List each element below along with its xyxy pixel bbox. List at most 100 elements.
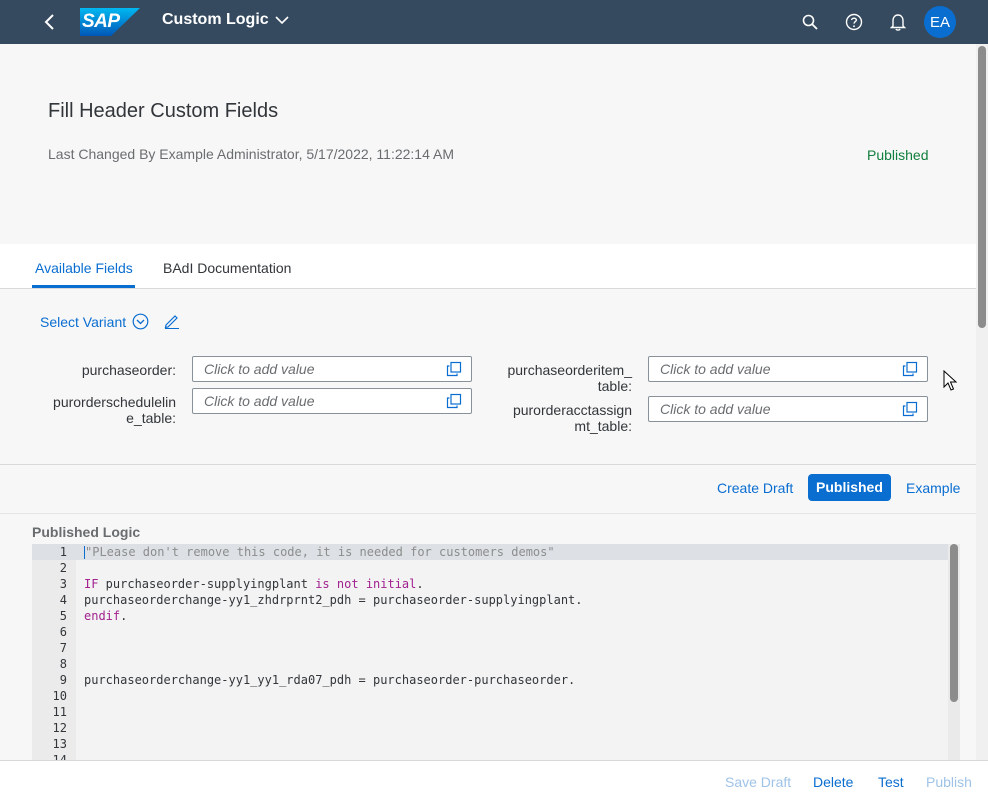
last-changed-text: Last Changed By Example Administrator, 5…: [48, 146, 454, 162]
code-line[interactable]: 12: [32, 720, 948, 736]
code-line[interactable]: 1 "PLease don't remove this code, it is n…: [32, 544, 948, 560]
save-draft-button[interactable]: Save Draft: [725, 774, 791, 790]
code-line[interactable]: 13: [32, 736, 948, 752]
code-line[interactable]: 6: [32, 624, 948, 640]
line-number: 6: [59, 625, 67, 639]
value-help-icon[interactable]: [902, 401, 918, 417]
code-line-text: purchaseorderchange-yy1_yy1_rda07_pdh = …: [84, 673, 576, 687]
select-variant-button[interactable]: Select Variant: [40, 313, 149, 330]
purchaseorderitem-label-line1: purchaseorderitem_: [507, 362, 632, 378]
purorderscheduleline-table-input[interactable]: [193, 389, 433, 413]
code-line-text: purchaseorderchange-yy1_zhdrprnt2_pdh = …: [84, 593, 583, 607]
value-help-icon[interactable]: [446, 393, 462, 409]
code-line[interactable]: 4 purchaseorderchange-yy1_zhdrprnt2_pdh =…: [32, 592, 948, 608]
back-icon: [44, 14, 54, 30]
purchaseorderitem-label-line2: table:: [597, 378, 632, 394]
user-avatar[interactable]: EA: [924, 6, 956, 38]
code-line[interactable]: 10: [32, 688, 948, 704]
code-line[interactable]: 11: [32, 704, 948, 720]
purchaseorderitem-table-label: purchaseorderitem_ table:: [496, 362, 632, 394]
select-variant-label: Select Variant: [40, 313, 127, 330]
line-number: 3: [59, 577, 67, 591]
line-number: 11: [52, 705, 67, 719]
filter-area: Select Variant purchaseorder: purordersc…: [0, 289, 976, 465]
code-line[interactable]: 3 IF purchaseorder-supplyingplant is not …: [32, 576, 948, 592]
purchaseorder-label-text: purchaseorder:: [81, 362, 176, 378]
tab-available-fields[interactable]: Available Fields: [35, 260, 133, 276]
code-editor-scroll-thumb[interactable]: [950, 544, 958, 702]
purorderacctassignmt-label-line2: mt_table:: [574, 418, 632, 434]
app-title: Custom Logic: [162, 11, 269, 28]
edit-variant-button[interactable]: [162, 311, 182, 331]
tab-selection-indicator: [32, 285, 135, 288]
edit-icon: [164, 315, 179, 329]
tab-bar: Available Fields BAdI Documentation: [0, 244, 976, 289]
search-icon: [802, 14, 818, 30]
delete-button[interactable]: Delete: [813, 774, 853, 790]
back-button[interactable]: [38, 10, 62, 34]
code-line-text: "PLease don't remove this code, it is ne…: [84, 545, 555, 559]
purorderacctassignmt-label-line1: purorderacctassign: [512, 402, 632, 418]
notification-icon: [890, 14, 906, 31]
code-section-title: Published Logic: [32, 524, 141, 540]
code-line[interactable]: 2: [32, 560, 948, 576]
purorderacctassignmt-table-field[interactable]: [648, 396, 928, 422]
line-number: 5: [59, 609, 67, 623]
value-help-icon[interactable]: [446, 361, 462, 377]
published-button[interactable]: Published: [808, 474, 891, 501]
example-button[interactable]: Example: [906, 480, 960, 496]
test-button[interactable]: Test: [878, 774, 904, 790]
purchaseorderitem-table-input[interactable]: [649, 357, 889, 381]
purorderacctassignmt-table-label: purorderacctassign mt_table:: [496, 402, 632, 434]
line-number: 12: [52, 721, 67, 735]
page-scroll-thumb[interactable]: [978, 46, 986, 328]
line-number: 1: [59, 545, 67, 559]
code-line[interactable]: 14: [32, 752, 948, 760]
purchaseorder-input[interactable]: [193, 357, 433, 381]
code-line[interactable]: 7: [32, 640, 948, 656]
sap-logo[interactable]: SAP: [80, 8, 140, 36]
help-icon: [845, 13, 863, 31]
create-draft-button[interactable]: Create Draft: [717, 480, 793, 496]
notifications-button[interactable]: [886, 10, 910, 34]
status-text: Published: [867, 147, 929, 163]
purchaseorder-label: purchaseorder:: [40, 362, 176, 378]
purorderscheduleline-label-line2: e_table:: [126, 410, 176, 426]
line-number: 9: [59, 673, 67, 687]
purorderacctassignmt-table-input[interactable]: [649, 397, 889, 421]
purorderscheduleline-table-label: purorderschedulelin e_table:: [40, 394, 176, 426]
footer-toolbar: Save Draft Delete Test Publish: [0, 760, 988, 800]
purorderscheduleline-label-line1: purorderschedulelin: [53, 394, 176, 410]
purorderscheduleline-table-field[interactable]: [192, 388, 472, 414]
shell-bar: SAP Custom Logic EA: [0, 0, 988, 44]
line-number: 8: [59, 657, 67, 671]
page-title: Fill Header Custom Fields: [48, 100, 279, 122]
line-number: 13: [52, 737, 67, 751]
line-number: 4: [59, 593, 67, 607]
code-editor[interactable]: 1 "PLease don't remove this code, it is n…: [32, 544, 960, 760]
chevron-down-icon: [275, 16, 289, 25]
object-header: Fill Header Custom Fields Last Changed B…: [0, 44, 976, 244]
mouse-cursor-icon: [943, 370, 957, 391]
line-number: 7: [59, 641, 67, 655]
chevron-down-circle-icon: [132, 313, 149, 330]
code-line[interactable]: 9 purchaseorderchange-yy1_yy1_rda07_pdh =…: [32, 672, 948, 688]
page-scrollbar[interactable]: [976, 44, 988, 760]
publish-button[interactable]: Publish: [926, 774, 972, 790]
search-button[interactable]: [798, 10, 822, 34]
code-line[interactable]: 5 endif.: [32, 608, 948, 624]
code-line-text: endif.: [84, 609, 128, 623]
line-number: 10: [52, 689, 67, 703]
purchaseorder-field[interactable]: [192, 356, 472, 382]
code-line[interactable]: 8: [32, 656, 948, 672]
tab-badi-documentation[interactable]: BAdI Documentation: [163, 260, 291, 276]
code-editor-scrollbar[interactable]: [948, 544, 960, 760]
code-line-text: IF purchaseorder-supplyingplant is not i…: [84, 577, 424, 591]
help-button[interactable]: [842, 10, 866, 34]
code-toolbar: Create Draft Published Example: [0, 466, 976, 514]
line-number: 2: [59, 561, 67, 575]
app-title-menu[interactable]: Custom Logic: [162, 11, 289, 29]
value-help-icon[interactable]: [902, 361, 918, 377]
purchaseorderitem-table-field[interactable]: [648, 356, 928, 382]
logo-text: SAP: [82, 11, 120, 32]
